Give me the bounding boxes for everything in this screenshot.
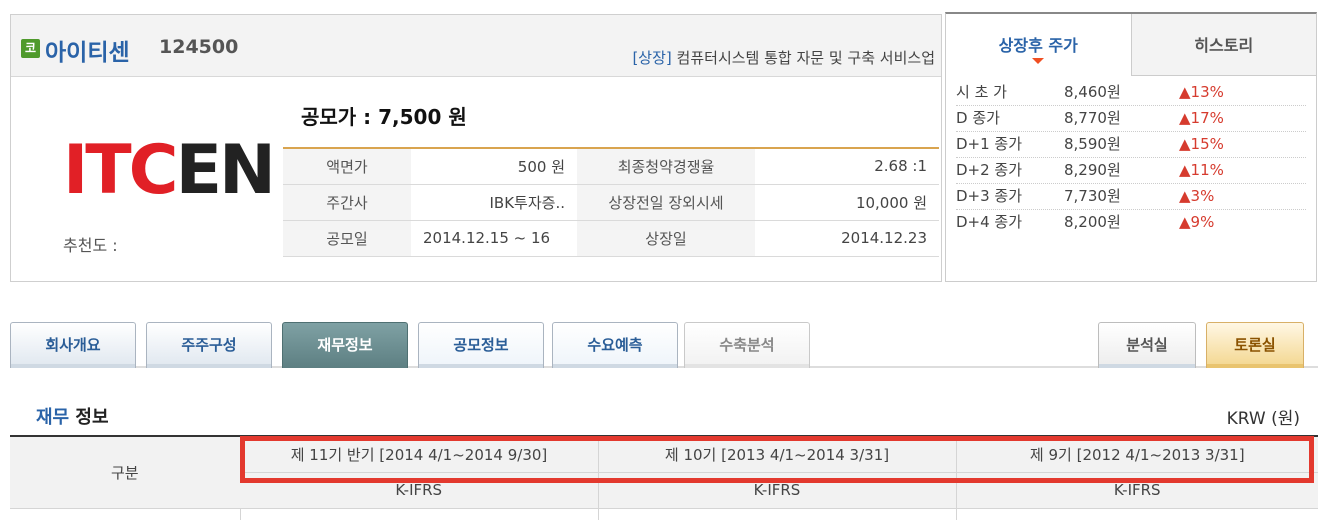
price-row: D 종가 8,770원 ▲17% bbox=[956, 106, 1306, 132]
ipo-info-table: 액면가 500 원 최종청약경쟁율 2.68 :1 주간사 IBK투자증.. 상… bbox=[283, 147, 939, 257]
period-header: 제 10기 [2013 4/1~2014 3/31] bbox=[597, 436, 956, 473]
info-row: 공모일 2014.12.15 ~ 16 상장일 2014.12.23 bbox=[283, 220, 939, 257]
price-row: D+4 종가 8,200원 ▲9% bbox=[956, 210, 1306, 236]
tab-post-listing-price[interactable]: 상장후 주가 bbox=[946, 14, 1131, 76]
info-value: 2014.12.15 ~ 16 bbox=[411, 220, 577, 257]
price-panel-tabs: 상장후 주가 히스토리 bbox=[946, 14, 1316, 76]
price-row-change: ▲3% bbox=[1179, 187, 1215, 205]
info-value: 500 원 bbox=[411, 148, 577, 185]
price-row: 시 초 가 8,460원 ▲13% bbox=[956, 80, 1306, 106]
info-row: 액면가 500 원 최종청약경쟁율 2.68 :1 bbox=[283, 148, 939, 185]
offer-price: 공모가 : 7,500 원 bbox=[301, 105, 467, 129]
tab-shareholders[interactable]: 주주구성 bbox=[146, 322, 272, 368]
price-row-label: D+2 종가 bbox=[956, 161, 1023, 179]
price-row-price: 7,730원 bbox=[1064, 187, 1121, 205]
price-row-price: 8,460원 bbox=[1064, 83, 1121, 101]
post-listing-price-panel: 상장후 주가 히스토리 시 초 가 8,460원 ▲13% D 종가 8,770원 ▲1… bbox=[945, 12, 1317, 282]
info-value: 2014.12.23 bbox=[755, 220, 939, 257]
financial-table: 구분 제 11기 반기 [2014 4/1~2014 9/30] 제 10기 [… bbox=[10, 435, 1318, 520]
info-label: 주간사 bbox=[283, 184, 411, 221]
accounting-standard: K-IFRS bbox=[955, 472, 1318, 509]
company-description: [상장] 컴퓨터시스템 통합 자문 및 구축 서비스업 bbox=[632, 47, 935, 68]
tab-discussion-room[interactable]: 토론실 bbox=[1206, 322, 1304, 368]
listing-tag: [상장] bbox=[632, 49, 672, 67]
company-logo-area: ITCEN 추천도 : bbox=[11, 77, 281, 282]
price-row-price: 8,590원 bbox=[1064, 135, 1121, 153]
price-row-label: D 종가 bbox=[956, 109, 1000, 127]
tab-financial-info[interactable]: 재무정보 bbox=[282, 322, 408, 368]
price-row-label: 시 초 가 bbox=[956, 83, 1007, 101]
info-row: 주간사 IBK투자증.. 상장전일 장외시세 10,000 원 bbox=[283, 184, 939, 221]
company-name[interactable]: 아이티센 bbox=[45, 33, 130, 67]
tab-analysis[interactable]: 수축분석 bbox=[684, 322, 810, 368]
price-row-change: ▲11% bbox=[1179, 161, 1224, 179]
tab-history[interactable]: 히스토리 bbox=[1130, 14, 1316, 76]
company-code: 124500 bbox=[159, 36, 239, 58]
price-row-change: ▲15% bbox=[1179, 135, 1224, 153]
info-value: 2.68 :1 bbox=[755, 148, 939, 185]
info-label: 공모일 bbox=[283, 220, 411, 257]
section-tabs: 회사개요 주주구성 재무정보 공모정보 수요예측 수축분석 분석실 토론실 bbox=[10, 322, 1318, 368]
price-row-change: ▲17% bbox=[1179, 109, 1224, 127]
price-row-label: D+1 종가 bbox=[956, 135, 1023, 153]
price-row-label: D+3 종가 bbox=[956, 187, 1023, 205]
tab-demand-forecast[interactable]: 수요예측 bbox=[552, 322, 678, 368]
market-badge-icon: 코 bbox=[21, 39, 40, 58]
period-header: 제 9기 [2012 4/1~2013 3/31] bbox=[955, 436, 1318, 473]
price-row-price: 8,200원 bbox=[1064, 213, 1121, 231]
price-row-change: ▲9% bbox=[1179, 213, 1215, 231]
price-row-price: 8,290원 bbox=[1064, 161, 1121, 179]
tab-analysis-room[interactable]: 분석실 bbox=[1098, 322, 1196, 368]
price-row: D+2 종가 8,290원 ▲11% bbox=[956, 158, 1306, 184]
tab-offering-info[interactable]: 공모정보 bbox=[418, 322, 544, 368]
accounting-standard: K-IFRS bbox=[240, 472, 598, 509]
section-title: 재무 정보 bbox=[36, 407, 109, 428]
price-row: D+3 종가 7,730원 ▲3% bbox=[956, 184, 1306, 210]
price-row-change: ▲13% bbox=[1179, 83, 1224, 101]
price-row-label: D+4 종가 bbox=[956, 213, 1023, 231]
info-label: 상장전일 장외시세 bbox=[577, 184, 755, 221]
period-row: 구분 제 11기 반기 [2014 4/1~2014 9/30] 제 10기 [… bbox=[10, 436, 1318, 509]
price-rows: 시 초 가 8,460원 ▲13% D 종가 8,770원 ▲17% D+1 종가 8,5… bbox=[946, 76, 1316, 236]
price-row: D+1 종가 8,590원 ▲15% bbox=[956, 132, 1306, 158]
info-label: 상장일 bbox=[577, 220, 755, 257]
info-label: 액면가 bbox=[283, 148, 411, 185]
company-summary-box: 코 아이티센 124500 [상장] 컴퓨터시스템 통합 자문 및 구축 서비스… bbox=[10, 14, 942, 282]
company-header: 코 아이티센 124500 [상장] 컴퓨터시스템 통합 자문 및 구축 서비스… bbox=[11, 15, 941, 77]
recommend-label: 추천도 : bbox=[63, 236, 118, 255]
period-header: 제 11기 반기 [2014 4/1~2014 9/30] bbox=[239, 436, 598, 473]
currency-unit: KRW (원) bbox=[1226, 409, 1300, 429]
accounting-standard: K-IFRS bbox=[597, 472, 956, 509]
table-row bbox=[10, 508, 1318, 520]
info-value: IBK투자증.. bbox=[411, 184, 577, 221]
price-row-price: 8,770원 bbox=[1064, 109, 1121, 127]
row-header-category: 구분 bbox=[10, 436, 240, 509]
info-value: 10,000 원 bbox=[755, 184, 939, 221]
tab-company-overview[interactable]: 회사개요 bbox=[10, 322, 136, 368]
business-description: 컴퓨터시스템 통합 자문 및 구축 서비스업 bbox=[676, 49, 935, 67]
company-logo: ITCEN bbox=[63, 131, 276, 210]
info-label: 최종청약경쟁율 bbox=[577, 148, 755, 185]
